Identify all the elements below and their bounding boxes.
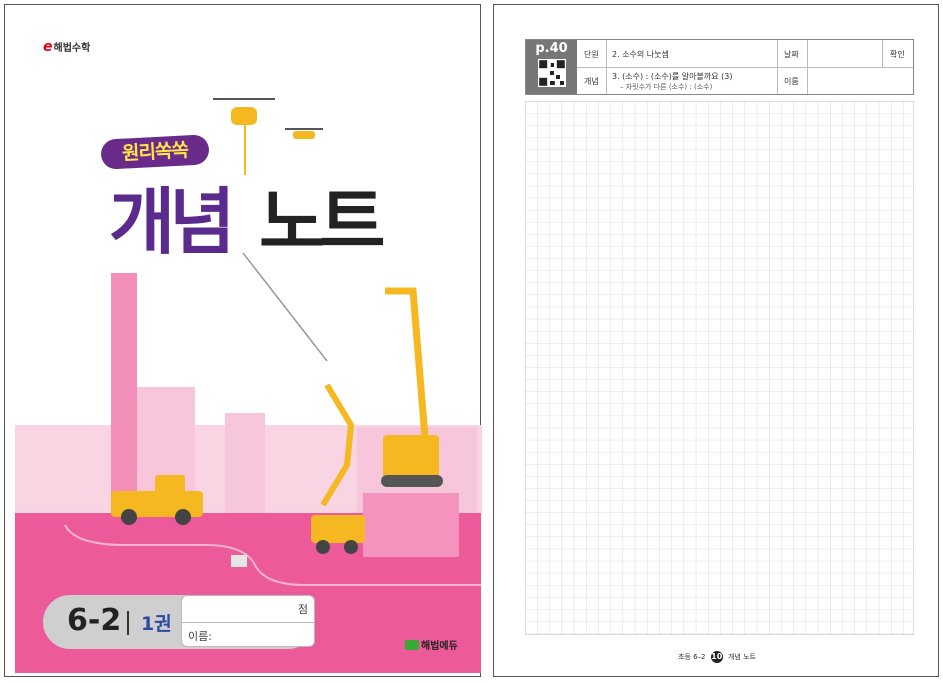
bottom-publisher-logo: 해법에듀 — [405, 637, 458, 652]
footer-title: 개념 노트 — [727, 653, 756, 661]
concept-label: 개념 — [584, 77, 599, 86]
title-concept: 개념 — [109, 180, 236, 264]
page-reference-block: p.40 — [526, 40, 577, 94]
graph-paper-grid[interactable] — [525, 101, 914, 635]
raised-platform — [363, 493, 459, 557]
grade-label: 6-2 — [67, 603, 122, 638]
page-reference: p.40 — [535, 41, 568, 56]
grade-divider — [127, 611, 129, 635]
concept-subtitle: – 자릿수가 다른 (소수) : (소수) — [620, 83, 713, 91]
rope-line — [242, 252, 328, 362]
logo-e-icon: e — [43, 39, 53, 55]
page-footer: 초등 6–2 10 개념 노트 — [494, 651, 940, 663]
header-col-divider-4 — [882, 40, 883, 67]
name-label: 이름 — [784, 77, 799, 86]
title-note: 노트 — [259, 180, 386, 264]
pale-building-mid — [225, 413, 265, 513]
crane-icon — [381, 287, 443, 487]
header-col-divider-3 — [807, 40, 808, 94]
drone-icon — [285, 128, 323, 139]
cover-page: e해법수학 원리쏙쏙 개념 노트 6-2 1권 점 이름: 해법에듀 — [4, 4, 482, 677]
cover-illustration — [15, 98, 482, 673]
qr-code-icon[interactable] — [538, 59, 566, 87]
volume-label: 1권 — [141, 613, 172, 635]
date-label: 날짜 — [784, 50, 799, 59]
header-row-divider — [577, 67, 913, 68]
name-score-box[interactable]: 점 이름: — [181, 595, 315, 647]
unit-value: 2. 소수의 나눗셈 — [612, 50, 669, 59]
tall-pink-tower — [111, 273, 137, 523]
worksheet-header: p.40 단원 2. 소수의 나눗셈 날짜 확인 개념 3. (소수) : (소… — [525, 39, 914, 95]
concept-value: 3. (소수) : (소수)를 알아볼까요 (3) — [612, 72, 733, 81]
header-col-divider-2 — [777, 40, 778, 94]
check-label: 확인 — [890, 50, 905, 59]
publisher-logo: e해법수학 — [43, 39, 91, 55]
publisher-mark-icon — [405, 640, 419, 650]
footer-grade: 초등 6–2 — [678, 653, 706, 661]
note-page: p.40 단원 2. 소수의 나눗셈 날짜 확인 개념 3. (소수) : (소… — [493, 4, 939, 677]
header-col-divider-1 — [606, 40, 607, 94]
name-box-divider — [182, 622, 314, 623]
footer-page-number: 10 — [710, 651, 723, 663]
unit-label: 단원 — [584, 50, 599, 59]
score-label: 점 — [297, 603, 308, 616]
name-label: 이름: — [188, 630, 212, 643]
small-pedestal — [231, 555, 247, 567]
